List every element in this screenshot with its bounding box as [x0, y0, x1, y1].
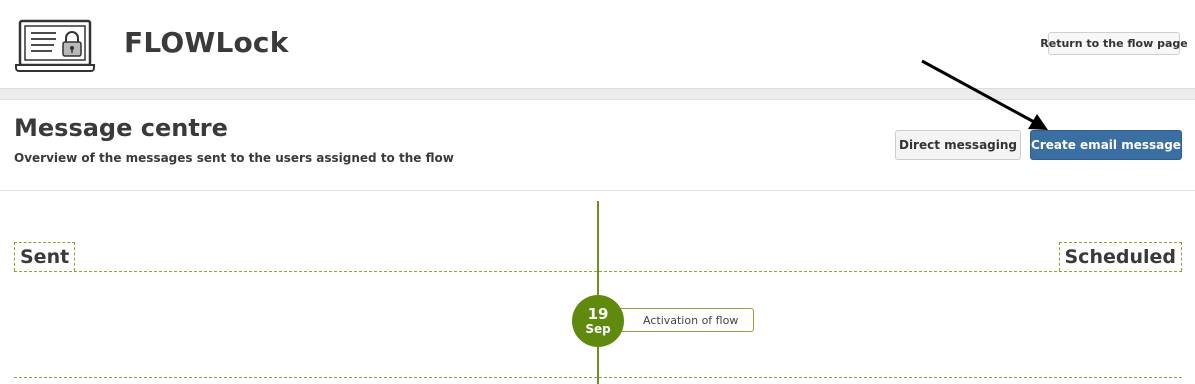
app-title: FLOWLock [124, 26, 289, 59]
page-title: Message centre [14, 114, 228, 142]
event-label-activation-of-flow[interactable]: Activation of flow [605, 308, 754, 332]
event-month: Sep [585, 321, 611, 336]
scheduled-column-label: Scheduled [1058, 242, 1182, 271]
return-to-flow-button[interactable]: Return to the flow page [1040, 32, 1188, 55]
arrow-pointer-icon [921, 59, 1048, 130]
laptop-lock-icon [15, 19, 95, 72]
event-date-badge[interactable]: 19 Sep [572, 295, 624, 347]
section-divider [0, 190, 1195, 191]
sent-column-label: Sent [14, 242, 76, 271]
event-day: 19 [587, 304, 609, 323]
page-subtitle: Overview of the messages sent to the use… [14, 151, 454, 165]
timeline-axis [597, 201, 599, 384]
